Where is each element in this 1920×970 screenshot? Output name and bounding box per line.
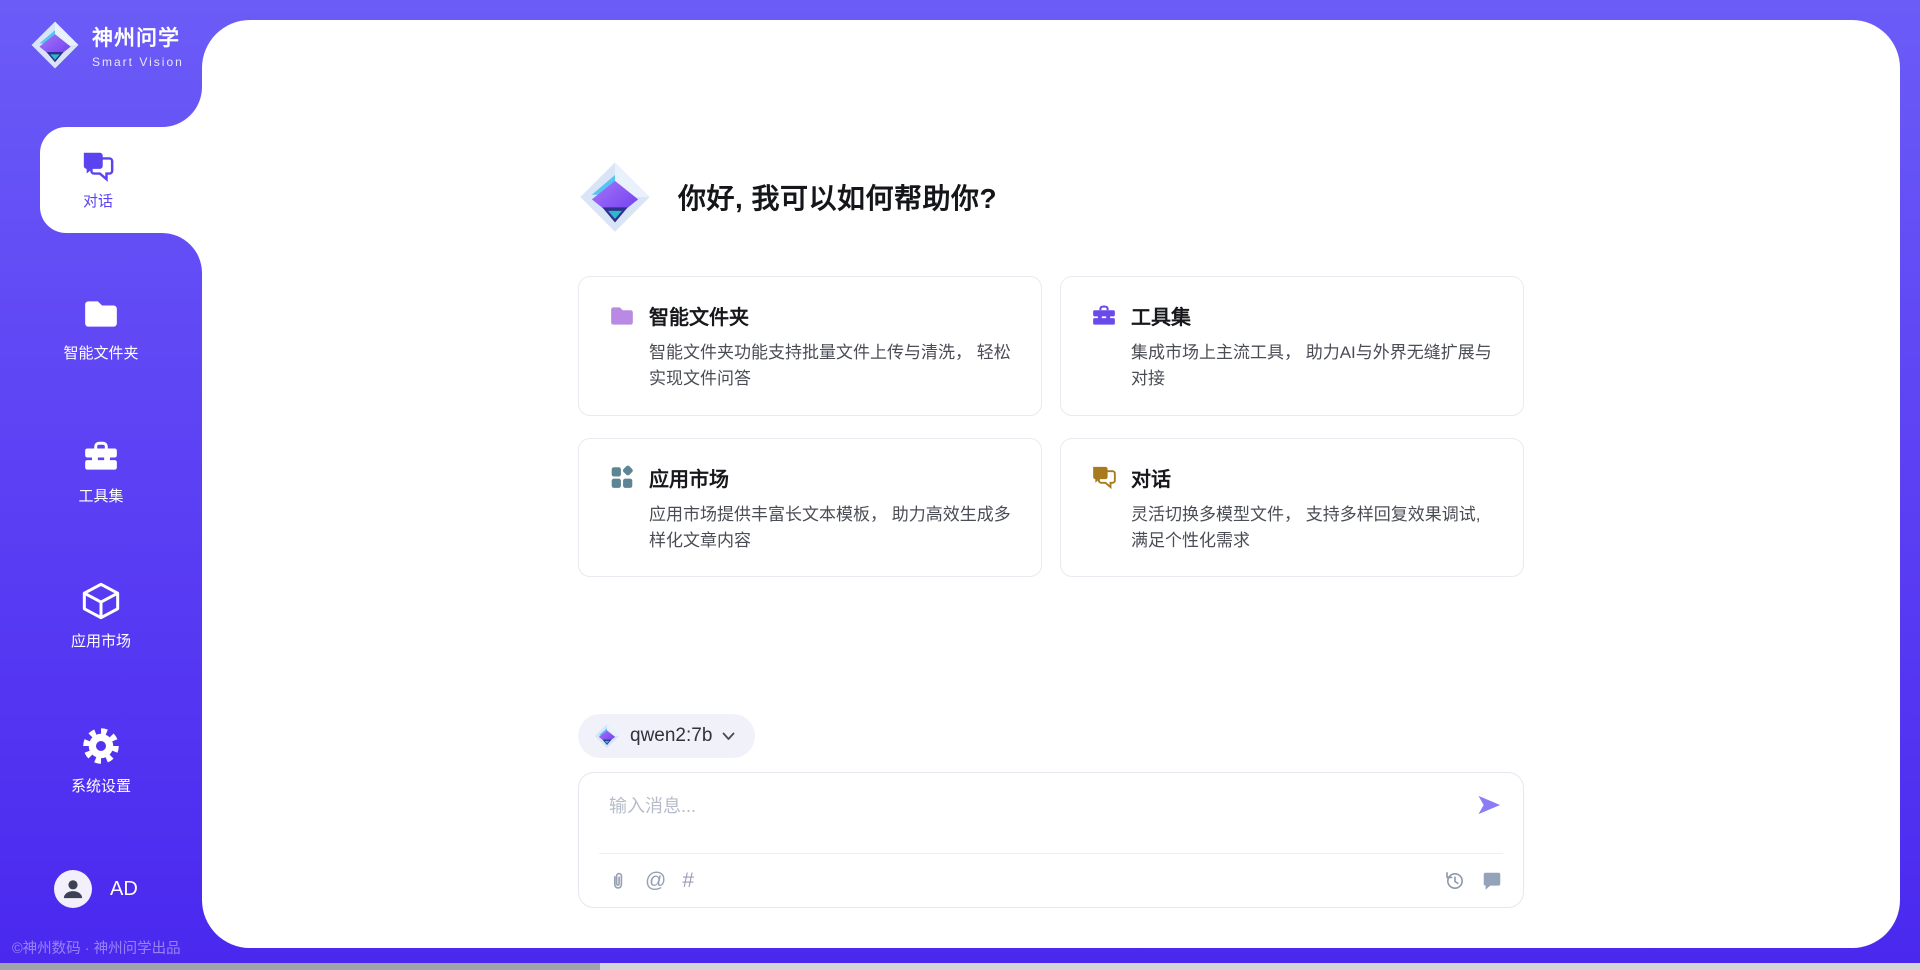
chevron-down-icon [722, 732, 735, 741]
attachment-icon[interactable] [607, 869, 629, 893]
send-icon[interactable] [1475, 791, 1503, 819]
card-description: 应用市场提供丰富长文本模板， 助力高效生成多样化文章内容 [649, 502, 1013, 555]
tab-fillet-bottom [162, 233, 202, 273]
card-title: 工具集 [1131, 301, 1191, 330]
model-selector[interactable]: qwen2:7b [578, 714, 755, 758]
user-name: AD [110, 878, 138, 901]
sidebar-item-smart-folder[interactable]: 智能文件夹 [0, 295, 202, 363]
card-chat[interactable]: 对话 灵活切换多模型文件， 支持多样回复效果调试, 满足个性化需求 [1060, 438, 1524, 578]
card-smart-folder[interactable]: 智能文件夹 智能文件夹功能支持批量文件上传与清洗， 轻松实现文件问答 [578, 276, 1042, 416]
sidebar: 神州问学 Smart Vision 对话 智能文件夹 工具集 应用市场 系统设置… [0, 0, 202, 970]
message-square-icon[interactable] [1481, 870, 1503, 892]
greeting-title: 你好, 我可以如何帮助你? [678, 177, 997, 217]
card-description: 集成市场上主流工具， 助力AI与外界无缝扩展与对接 [1131, 340, 1495, 393]
chat-bubbles-icon [81, 149, 115, 183]
brand-diamond-icon [594, 723, 620, 749]
sidebar-item-label: 对话 [83, 190, 113, 211]
card-title: 应用市场 [649, 463, 729, 492]
user-account[interactable]: AD [54, 870, 138, 908]
brand-diamond-icon [578, 160, 652, 234]
horizontal-scrollbar[interactable] [0, 963, 1920, 970]
scrollbar-thumb[interactable] [0, 963, 600, 970]
copyright-text: ©神州数码 · 神州问学出品 [12, 937, 181, 958]
sidebar-item-label: 工具集 [78, 485, 123, 506]
toolbox-icon [1091, 303, 1117, 329]
sidebar-item-label: 系统设置 [71, 775, 131, 796]
toolbox-icon [82, 438, 120, 476]
app-title: 神州问学 [92, 22, 184, 52]
tab-fillet-top [162, 87, 202, 127]
folder-icon [609, 303, 635, 329]
message-input[interactable] [609, 791, 1453, 821]
cube-icon [81, 581, 121, 621]
chat-bubbles-icon [1091, 464, 1117, 490]
card-title: 智能文件夹 [649, 301, 749, 330]
avatar [54, 870, 92, 908]
mention-icon[interactable]: @ [645, 870, 666, 891]
app-subtitle: Smart Vision [92, 55, 184, 69]
dashboard-grid-icon [609, 464, 635, 490]
main-panel: 你好, 我可以如何帮助你? 智能文件夹 智能文件夹功能支持批量文件上传与清洗， … [202, 20, 1900, 948]
folder-icon [82, 295, 120, 333]
card-toolset[interactable]: 工具集 集成市场上主流工具， 助力AI与外界无缝扩展与对接 [1060, 276, 1524, 416]
sidebar-item-label: 智能文件夹 [63, 342, 138, 363]
brand-diamond-icon [30, 20, 80, 70]
topic-icon[interactable]: # [682, 870, 694, 891]
composer: qwen2:7b @ # [578, 714, 1524, 908]
card-description: 智能文件夹功能支持批量文件上传与清洗， 轻松实现文件问答 [649, 340, 1013, 393]
card-description: 灵活切换多模型文件， 支持多样回复效果调试, 满足个性化需求 [1131, 502, 1495, 555]
greeting: 你好, 我可以如何帮助你? [578, 160, 1524, 234]
sidebar-item-settings[interactable]: 系统设置 [0, 726, 202, 796]
card-app-market[interactable]: 应用市场 应用市场提供丰富长文本模板， 助力高效生成多样化文章内容 [578, 438, 1042, 578]
app-logo: 神州问学 Smart Vision [30, 20, 184, 70]
message-input-box: @ # [578, 772, 1524, 908]
card-title: 对话 [1131, 463, 1171, 492]
person-icon [58, 874, 88, 904]
model-name: qwen2:7b [630, 725, 712, 747]
sidebar-item-chat[interactable]: 对话 [40, 127, 202, 233]
gear-icon [81, 726, 121, 766]
sidebar-item-label: 应用市场 [71, 630, 131, 651]
history-icon[interactable] [1443, 869, 1466, 892]
sidebar-item-app-market[interactable]: 应用市场 [0, 581, 202, 651]
feature-cards: 智能文件夹 智能文件夹功能支持批量文件上传与清洗， 轻松实现文件问答 工具集 集… [578, 276, 1524, 577]
sidebar-item-toolset[interactable]: 工具集 [0, 438, 202, 506]
